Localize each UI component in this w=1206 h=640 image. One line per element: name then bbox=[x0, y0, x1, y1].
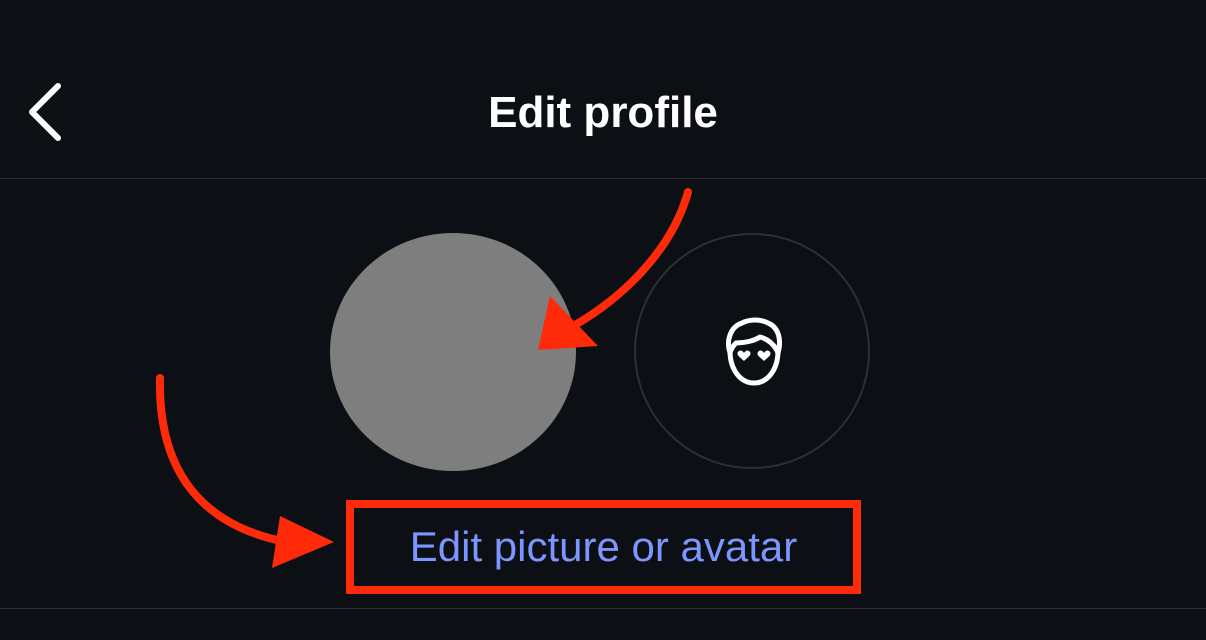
divider bbox=[0, 608, 1206, 609]
page-title: Edit profile bbox=[488, 88, 718, 137]
edit-link-highlight: Edit picture or avatar bbox=[346, 500, 861, 594]
arrow-to-link-head bbox=[272, 516, 334, 568]
header: Edit profile bbox=[0, 0, 1206, 179]
arrow-to-link bbox=[155, 374, 290, 546]
edit-picture-link[interactable]: Edit picture or avatar bbox=[354, 508, 853, 586]
profile-photo[interactable] bbox=[330, 233, 576, 471]
edit-profile-screen: Edit profile Edit picture or avatar bbox=[0, 0, 1206, 640]
avatar-face-heart-eyes-icon bbox=[726, 317, 783, 386]
avatar-button[interactable] bbox=[634, 233, 870, 469]
